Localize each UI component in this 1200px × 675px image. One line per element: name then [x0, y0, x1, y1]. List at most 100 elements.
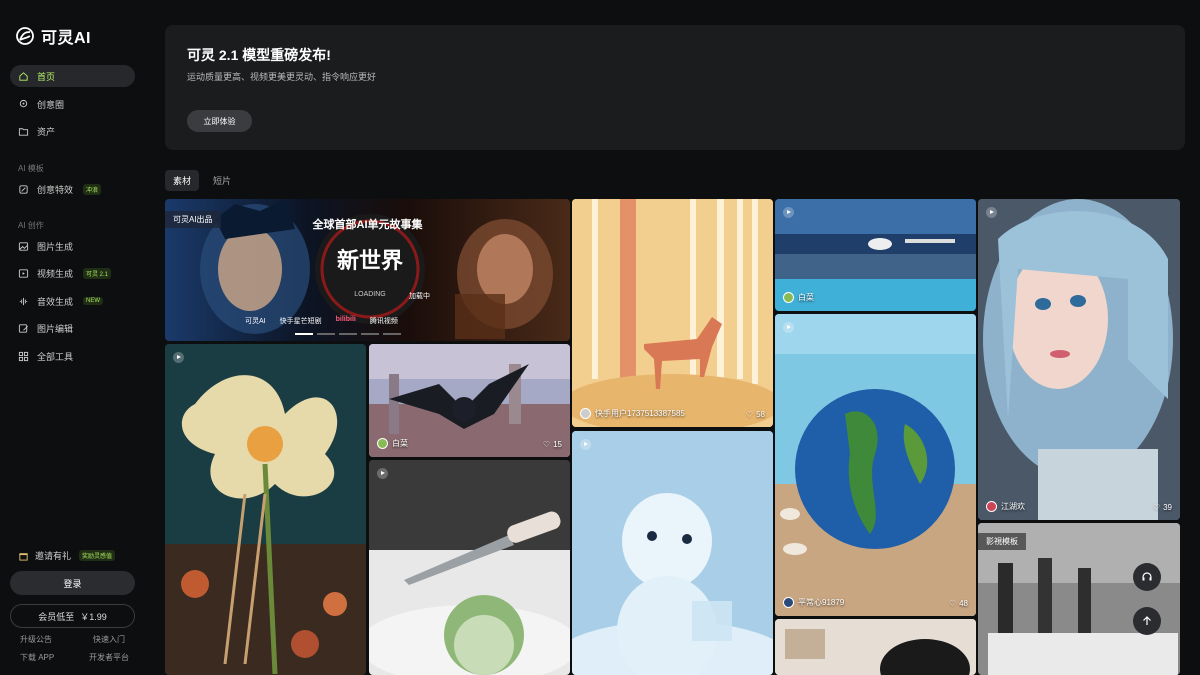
invite-link[interactable]: 邀请有礼 奖励灵感值: [18, 549, 116, 562]
earth-likes[interactable]: ♡ 48: [949, 599, 968, 608]
hero-title-sub: 加载中: [409, 293, 430, 300]
sparkle-icon: [18, 184, 29, 195]
nav-effects-label: 创意特效: [37, 184, 74, 195]
nav-creative[interactable]: 创意圈: [10, 93, 135, 115]
grid-icon: [18, 351, 29, 362]
edit-image-icon: [18, 323, 29, 334]
pool-author-name: 白菜: [798, 293, 814, 302]
sound-gen-badge: NEW: [83, 297, 104, 305]
girl-author-name: 江湖欢: [1001, 502, 1025, 511]
partner-kling: 可灵AI: [245, 318, 266, 325]
nav-home-label: 首页: [37, 71, 56, 82]
girl-likes-count: 39: [1163, 503, 1172, 512]
hero-partners: 可灵AI 快手星芒短剧 bilibili 腾讯视频: [245, 316, 398, 326]
play-icon: [783, 207, 794, 218]
heart-icon: ♡: [745, 410, 754, 419]
banner-title: 可灵 2.1 模型重磅发布!: [187, 47, 331, 63]
hero-headline: 全球首部AI单元故事集: [312, 219, 423, 231]
earth-tile[interactable]: 平常心91879 ♡ 48: [775, 314, 976, 616]
flower-art: [165, 344, 366, 675]
nav-image-gen-label: 图片生成: [37, 241, 74, 252]
nav-effects[interactable]: 创意特效 冲浪: [10, 178, 135, 200]
horse-author-name: 快手用户1737513387585: [595, 409, 685, 418]
kling-logo-icon: [16, 27, 34, 45]
horse-author[interactable]: 快手用户1737513387585: [580, 408, 685, 419]
horse-likes-count: 58: [756, 410, 765, 419]
tab-shorts[interactable]: 短片: [205, 170, 239, 191]
horse-art: [572, 199, 773, 427]
sidebar: 可灵AI 首页 创意圈 资产 AI 模板 创意特效 冲浪 AI 创作 图片生成 …: [0, 0, 150, 675]
play-icon: [986, 207, 997, 218]
arrow-up-icon: [1143, 616, 1151, 625]
room-art: [775, 619, 976, 675]
street-tile[interactable]: 影視模板: [978, 523, 1180, 675]
girl-tile[interactable]: 江湖欢 ♡ 39: [978, 199, 1180, 520]
earth-author[interactable]: 平常心91879: [783, 597, 844, 608]
support-button[interactable]: [1133, 563, 1161, 591]
hero-title-main: 新世界: [336, 248, 403, 273]
nav-image-edit[interactable]: 图片编辑: [10, 317, 135, 339]
content-tabs: 素材 短片: [165, 170, 239, 191]
room-tile[interactable]: [775, 619, 976, 675]
video-gen-badge: 可灵 2.1: [83, 267, 112, 279]
section-ai-template: AI 模板: [18, 164, 44, 173]
quickstart-link[interactable]: 快速入门: [93, 634, 125, 645]
partner-kuaishou: 快手星芒短剧: [279, 318, 322, 325]
announce-link[interactable]: 升级公告: [20, 634, 52, 645]
girl-likes[interactable]: ♡ 39: [1153, 503, 1172, 512]
knife-tile[interactable]: [369, 460, 570, 675]
member-price: ￥1.99: [80, 611, 107, 622]
invite-badge: 奖励灵感值: [79, 550, 116, 561]
member-label: 会员低至: [38, 611, 75, 622]
horse-likes[interactable]: ♡ 58: [746, 410, 765, 419]
brand-logo[interactable]: 可灵AI: [15, 24, 91, 48]
girl-art: [978, 199, 1180, 520]
play-icon: [173, 352, 184, 363]
try-now-button[interactable]: 立即体验: [187, 110, 252, 132]
heart-icon: ♡: [948, 599, 957, 608]
developer-link[interactable]: 开发者平台: [89, 652, 129, 663]
video-icon: [18, 268, 29, 279]
download-link[interactable]: 下载 APP: [20, 652, 54, 663]
earth-art: [775, 314, 976, 616]
author-avatar: [377, 438, 388, 449]
author-avatar: [783, 597, 794, 608]
nav-assets-label: 资产: [37, 126, 56, 137]
girl-author[interactable]: 江湖欢: [986, 501, 1025, 512]
partner-bilibili: bilibili: [335, 316, 356, 323]
earth-author-name: 平常心91879: [798, 598, 845, 607]
ice-dino-tile[interactable]: [572, 431, 773, 675]
nav-all-tools[interactable]: 全部工具: [10, 345, 135, 367]
nav-assets[interactable]: 资产: [10, 120, 135, 142]
nav-video-gen[interactable]: 视频生成 可灵 2.1: [10, 262, 135, 284]
nav-all-tools-label: 全部工具: [37, 351, 74, 362]
nav-image-gen[interactable]: 图片生成: [10, 235, 135, 257]
hero-tile[interactable]: 可灵AI出品 全球首部AI单元故事集 新世界 LOADING 加载中 可灵AI …: [165, 199, 570, 341]
tab-materials[interactable]: 素材: [165, 170, 200, 191]
pool-author[interactable]: 白菜: [783, 292, 814, 303]
promo-banner: 可灵 2.1 模型重磅发布! 运动质量更高、视频更美更灵动、指令响应更好 立即体…: [165, 25, 1185, 150]
member-button[interactable]: 会员低至 ￥1.99: [10, 604, 135, 628]
heart-icon: ♡: [1152, 503, 1161, 512]
nav-image-edit-label: 图片编辑: [37, 323, 74, 334]
flower-tile[interactable]: [165, 344, 366, 675]
hero-pager[interactable]: [295, 333, 401, 335]
nav-sound-gen[interactable]: 音效生成 NEW: [10, 290, 135, 312]
location-icon: [18, 99, 29, 110]
home-icon: [18, 71, 29, 82]
dragon-likes[interactable]: ♡ 15: [543, 440, 562, 449]
pool-tile[interactable]: 白菜: [775, 199, 976, 311]
author-avatar: [783, 292, 794, 303]
dragon-author[interactable]: 白菜: [377, 438, 408, 449]
back-to-top-button[interactable]: [1133, 607, 1161, 635]
nav-home[interactable]: 首页: [10, 65, 135, 87]
play-icon: [580, 439, 591, 450]
folder-icon: [18, 126, 29, 137]
horse-tile[interactable]: 快手用户1737513387585 ♡ 58: [572, 199, 773, 427]
dragon-likes-count: 15: [553, 440, 562, 449]
sound-wave-icon: [18, 296, 29, 307]
ice-dino-art: [572, 431, 773, 675]
earth-likes-count: 48: [959, 599, 968, 608]
login-button[interactable]: 登录: [10, 571, 135, 595]
dragon-tile[interactable]: 白菜 ♡ 15: [369, 344, 570, 457]
